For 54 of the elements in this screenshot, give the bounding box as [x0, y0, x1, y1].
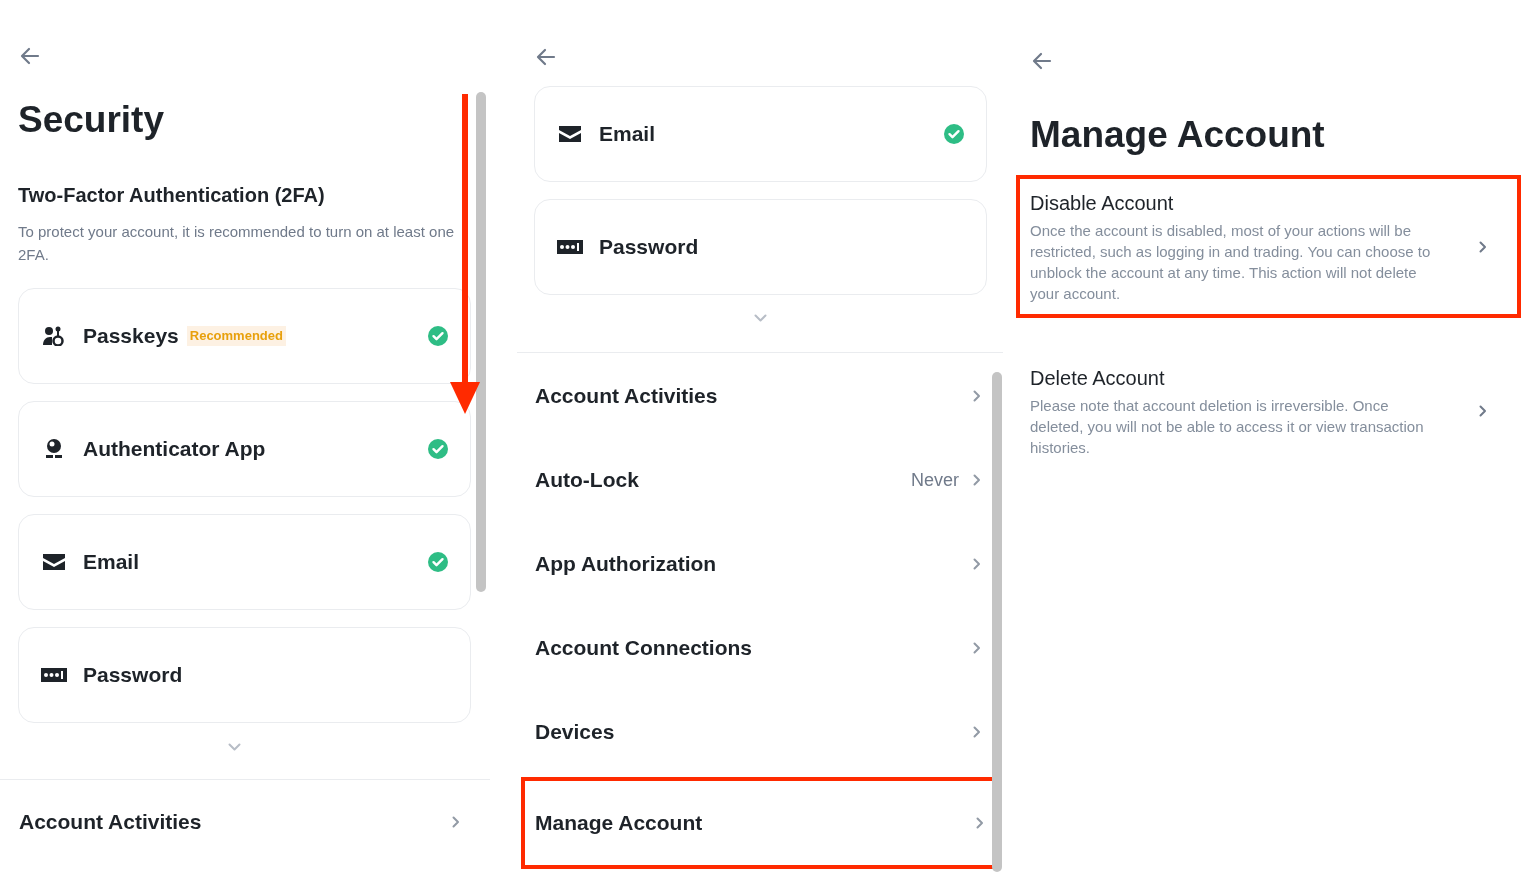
option-description: Please note that account deletion is irreversible. Once deleted, you will not be able to access it or view transaction histories.: [1030, 396, 1425, 458]
menu-item[interactable]: Account Activities: [19, 780, 460, 864]
chevron-right-icon: [976, 817, 984, 829]
chevron-right-icon: [1479, 405, 1487, 417]
method-label: Authenticator App: [83, 436, 266, 463]
option-item[interactable]: Delete Account Please note that account deletion is irreversible. Once deleted, you will not be able to access it or view transaction histories.: [1020, 354, 1517, 468]
chevron-right-icon: [452, 816, 460, 828]
menu-item[interactable]: Devices: [535, 690, 981, 774]
section-title: Two-Factor Authentication (2FA): [18, 183, 326, 208]
chevron-right-icon: [1479, 240, 1487, 253]
chevron-right-icon: [973, 558, 981, 570]
menu-label: Account Connections: [535, 635, 752, 662]
envelope-icon: [557, 126, 583, 142]
scrollbar[interactable]: [992, 372, 1002, 872]
menu-label: Manage Account: [535, 810, 703, 837]
method-label: Passkeys: [83, 323, 179, 350]
recommended-badge: Recommended: [186, 326, 286, 346]
method-card[interactable]: Password: [534, 199, 987, 295]
option-description: Once the account is disabled, most of your actions will be restricted, such as logging in and trading. You can choose to unblock the account at any time. This action will not delete your account.: [1030, 221, 1432, 304]
chevron-right-icon: [973, 726, 981, 738]
people-key-icon: [41, 326, 67, 346]
method-label: Email: [83, 549, 140, 576]
chevron-right-icon: [973, 642, 981, 654]
menu-label: App Authorization: [535, 551, 717, 578]
method-label: Email: [599, 121, 656, 148]
menu-label: Account Activities: [535, 383, 718, 410]
scrollbar[interactable]: [476, 92, 486, 592]
method-card[interactable]: Email: [18, 514, 471, 610]
password-icon: [41, 668, 67, 682]
method-card[interactable]: Password: [18, 627, 471, 723]
password-icon: [557, 240, 583, 254]
option-title: Disable Account: [1030, 191, 1175, 216]
page-title: Security: [18, 98, 165, 142]
menu-item[interactable]: Manage Account: [525, 781, 994, 865]
menu-label: Devices: [535, 719, 615, 746]
option-title: Delete Account: [1030, 366, 1166, 391]
method-label: Password: [599, 234, 699, 261]
menu-value: Never: [911, 468, 959, 492]
method-card[interactable]: Authenticator App: [18, 401, 471, 497]
method-card[interactable]: Passkeys Recommended: [18, 288, 471, 384]
chevron-right-icon: [973, 474, 981, 486]
chevron-right-icon: [973, 390, 981, 402]
menu-item[interactable]: Account Connections: [535, 606, 981, 690]
menu-label: Account Activities: [19, 809, 202, 836]
menu-item[interactable]: Account Activities: [535, 354, 981, 438]
chevron-down-icon[interactable]: [227, 743, 241, 751]
page-title: Manage Account: [1030, 113, 1326, 157]
menu-label: Auto-Lock: [535, 467, 639, 494]
section-description: To protect your account, it is recommended to turn on at least one 2FA.: [18, 222, 456, 265]
method-card[interactable]: Email: [534, 86, 987, 182]
menu-item[interactable]: App Authorization: [535, 522, 981, 606]
menu-item[interactable]: Auto-Lock Never: [535, 438, 981, 522]
method-label: Password: [83, 662, 183, 689]
envelope-icon: [41, 554, 67, 570]
